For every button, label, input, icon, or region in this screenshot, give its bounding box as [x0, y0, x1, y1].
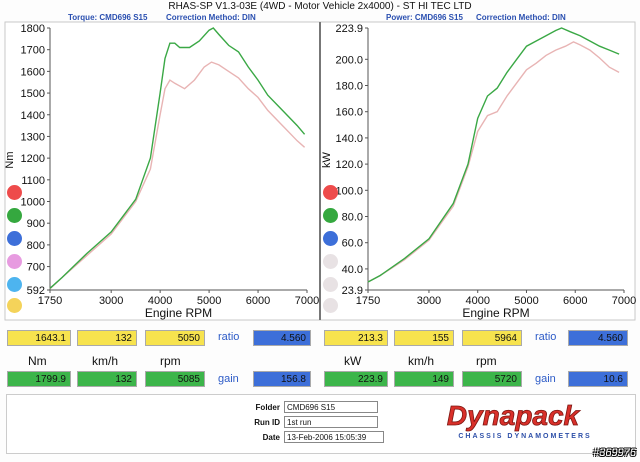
y-tick-label: 1000 — [21, 197, 45, 209]
legend-swatch-right-1 — [323, 185, 338, 200]
peak-torque-speed-cell: 132 — [77, 371, 137, 387]
left-ratio-label: ratio — [218, 331, 240, 343]
folder-value: CMD696 S15 — [284, 401, 378, 413]
legend-swatch-left-6 — [7, 298, 22, 313]
power-value-cell: 213.3 — [324, 330, 388, 346]
peak-torque-cell: 1799.9 — [7, 371, 71, 387]
dynapack-logo: Dynapack CHASSIS DYNAMOMETERS — [446, 400, 591, 440]
logo-subtitle: CHASSIS DYNAMOMETERS — [458, 433, 591, 440]
left-gain-value: 156.8 — [253, 371, 311, 387]
unit-kmh-right: km/h — [408, 354, 435, 368]
y-tick-label: 1300 — [21, 131, 45, 143]
y-tick-label: 40.0 — [342, 264, 363, 276]
date-label: Date — [262, 433, 280, 442]
legend-swatch-left-2 — [7, 208, 22, 223]
power-rpm-cell: 5964 — [462, 330, 522, 346]
y-axis-label: kW — [321, 151, 333, 168]
y-tick-label: 1100 — [21, 175, 45, 187]
x-tick-label: 1750 — [356, 295, 380, 307]
torque-value-cell: 1643.1 — [7, 330, 71, 346]
right-ratio-value: 4.560 — [568, 330, 628, 346]
peak-power-rpm-cell: 5720 — [462, 371, 522, 387]
run-id-value: 1st run — [284, 416, 378, 428]
date-value: 13-Feb-2006 15:05:39 — [284, 431, 384, 443]
y-tick-label: 1200 — [21, 153, 45, 165]
y-tick-label: 60.0 — [342, 238, 363, 250]
x-tick-label: 7000 — [612, 295, 636, 307]
peak-power-cell: 223.9 — [324, 371, 388, 387]
logo-text: Dynapack — [447, 400, 581, 431]
y-tick-label: 1800 — [21, 23, 45, 35]
x-tick-label: 6000 — [563, 295, 587, 307]
y-tick-label: 180.0 — [335, 81, 363, 93]
x-tick-label: 3000 — [417, 295, 441, 307]
left-ratio-value: 4.560 — [253, 330, 311, 346]
y-tick-label: 1600 — [21, 66, 45, 78]
y-tick-label: 800 — [27, 240, 45, 252]
right-gain-label: gain — [535, 373, 556, 385]
dyno-charts: 5927008009001000110012001300140015001600… — [4, 21, 636, 321]
x-axis-label: Engine RPM — [145, 306, 212, 320]
unit-rpm-right: rpm — [476, 354, 497, 368]
x-tick-label: 3000 — [99, 295, 123, 307]
y-tick-label: 1400 — [21, 110, 45, 122]
legend-swatch-right-3 — [323, 231, 338, 246]
right-gain-value: 10.6 — [568, 371, 628, 387]
unit-rpm-left: rpm — [160, 354, 181, 368]
y-tick-label: 1700 — [21, 45, 45, 57]
legend-swatch-right-4 — [323, 254, 338, 269]
legend-swatch-left-5 — [7, 277, 22, 292]
y-tick-label: 120.0 — [335, 159, 363, 171]
x-tick-label: 6000 — [246, 295, 270, 307]
legend-swatch-left-3 — [7, 231, 22, 246]
y-tick-label: 223.9 — [335, 23, 363, 35]
power-speed-cell: 155 — [394, 330, 454, 346]
y-tick-label: 140.0 — [335, 133, 363, 145]
torque-rpm-cell: 5050 — [145, 330, 205, 346]
peak-power-speed-cell: 149 — [394, 371, 454, 387]
y-tick-label: 80.0 — [342, 212, 363, 224]
run-id-label: Run ID — [254, 418, 280, 427]
y-tick-label: 200.0 — [335, 54, 363, 66]
folder-label: Folder — [255, 403, 280, 412]
legend-swatch-left-1 — [7, 185, 22, 200]
unit-kw: kW — [344, 354, 362, 368]
left-gain-label: gain — [218, 373, 239, 385]
unit-kmh-left: km/h — [92, 354, 119, 368]
unit-nm: Nm — [28, 354, 47, 368]
y-tick-label: 700 — [27, 262, 45, 274]
x-tick-label: 7000 — [295, 295, 319, 307]
peak-torque-rpm-cell: 5085 — [145, 371, 205, 387]
watermark-id: #369976 — [593, 447, 636, 459]
right-ratio-label: ratio — [535, 331, 557, 343]
legend-swatch-right-2 — [323, 208, 338, 223]
x-axis-label: Engine RPM — [462, 306, 529, 320]
legend-swatch-right-5 — [323, 277, 338, 292]
legend-swatch-left-4 — [7, 254, 22, 269]
torque-speed-cell: 132 — [77, 330, 137, 346]
legend-swatch-right-6 — [323, 298, 338, 313]
y-axis-label: Nm — [4, 151, 16, 168]
y-tick-label: 160.0 — [335, 107, 363, 119]
y-tick-label: 100.0 — [335, 185, 363, 197]
x-tick-label: 1750 — [38, 295, 62, 307]
y-tick-label: 1500 — [21, 88, 45, 100]
y-tick-label: 900 — [27, 218, 45, 230]
